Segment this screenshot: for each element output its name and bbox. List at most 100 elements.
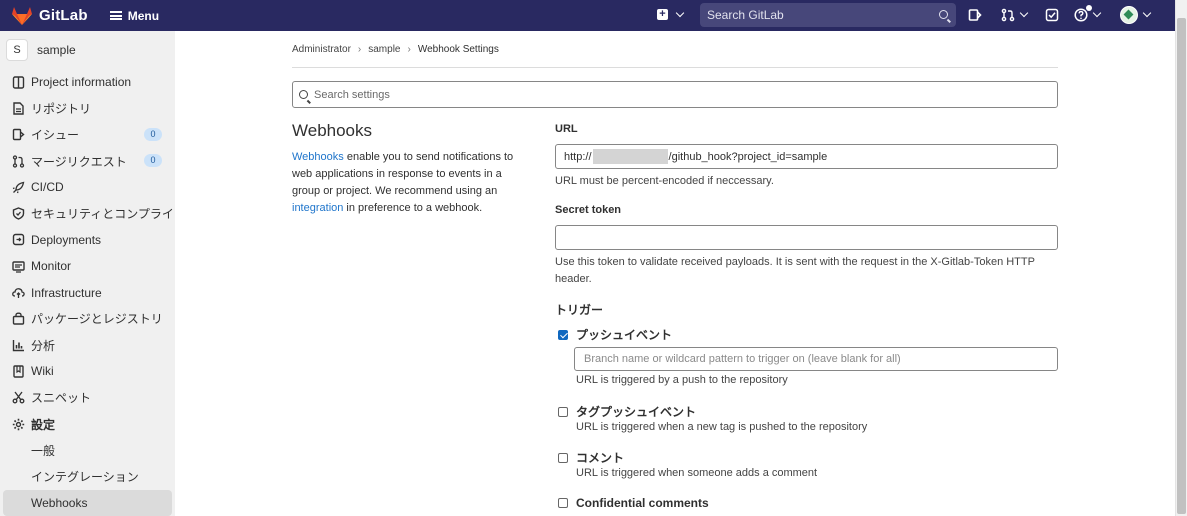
sidebar-subitem-general[interactable]: 一般: [0, 437, 175, 463]
project-sidebar: S sample Project information リポジトリ イシュー …: [0, 31, 175, 516]
menu-button[interactable]: Menu: [109, 8, 160, 23]
url-suffix: /github_hook?project_id=sample: [668, 150, 828, 163]
description-text: in preference to a webhook.: [343, 202, 483, 214]
search-icon: [939, 10, 948, 19]
sidebar-item-label: 設定: [31, 417, 56, 432]
url-prefix: http://: [564, 150, 592, 163]
integration-link[interactable]: integration: [292, 202, 343, 214]
gitlab-logo[interactable]: GitLab: [12, 6, 88, 25]
sidebar-item-label: スニペット: [31, 391, 92, 406]
sidebar-item-label: イシュー: [31, 128, 80, 143]
scrollbar-thumb[interactable]: [1177, 18, 1186, 514]
breadcrumb-item[interactable]: sample: [368, 44, 400, 55]
package-icon: [11, 312, 25, 326]
new-item-icon[interactable]: +: [657, 9, 668, 20]
branch-filter-placeholder: Branch name or wildcard pattern to trigg…: [584, 353, 901, 365]
notification-dot-icon: [1086, 5, 1092, 11]
sidebar-item-project-information[interactable]: Project information: [0, 69, 175, 95]
rocket-icon: [11, 180, 25, 194]
push-events-label: プッシュイベント: [576, 328, 673, 342]
top-navbar: GitLab Menu: [0, 0, 1175, 31]
branch-filter-input[interactable]: Branch name or wildcard pattern to trigg…: [574, 347, 1058, 371]
sidebar-item-label: パッケージとレジストリ: [31, 312, 163, 327]
url-input[interactable]: http:// /github_hook?project_id=sample: [555, 144, 1058, 169]
push-events-option[interactable]: プッシュイベント: [558, 326, 672, 343]
sidebar-item-label: Project information: [31, 75, 132, 90]
user-avatar[interactable]: [1120, 6, 1138, 24]
sidebar-item-merge-requests[interactable]: マージリクエスト 0: [0, 148, 175, 174]
sidebar-project-header[interactable]: S sample: [0, 31, 175, 69]
divider: [292, 67, 1058, 68]
sidebar-item-label: CI/CD: [31, 180, 64, 195]
issues-shortcut-icon[interactable]: [968, 8, 982, 22]
search-icon: [299, 90, 308, 99]
todos-icon[interactable]: [1045, 8, 1059, 22]
sidebar-item-analytics[interactable]: 分析: [0, 332, 175, 358]
tag-push-events-help-text: URL is triggered when a new tag is pushe…: [576, 421, 868, 433]
tag-push-events-checkbox[interactable]: [558, 406, 568, 417]
sidebar-item-label: マージリクエスト: [31, 154, 127, 169]
settings-search-input[interactable]: Search settings: [292, 81, 1058, 108]
comments-label: コメント: [576, 451, 625, 465]
tag-push-events-label: タグプッシュイベント: [576, 405, 697, 419]
info-icon: [11, 75, 25, 89]
project-avatar: S: [6, 39, 28, 61]
confidential-comments-checkbox[interactable]: [558, 498, 568, 508]
tag-push-events-option[interactable]: タグプッシュイベント: [558, 403, 696, 420]
settings-search-placeholder: Search settings: [314, 88, 390, 101]
cloud-icon: [11, 286, 25, 300]
comments-checkbox[interactable]: [558, 452, 568, 463]
scissors-icon: [11, 391, 25, 405]
breadcrumb-item[interactable]: Administrator: [292, 44, 351, 55]
section-title: Webhooks: [292, 121, 373, 140]
issues-icon: [11, 128, 25, 142]
sidebar-subitem-webhooks[interactable]: Webhooks: [3, 489, 172, 516]
push-events-help-text: URL is triggered by a push to the reposi…: [576, 374, 788, 386]
trigger-label: トリガー: [555, 303, 604, 317]
redacted-host: [592, 149, 668, 164]
deployments-icon: [11, 233, 25, 247]
gear-icon: [11, 417, 25, 431]
push-events-checkbox[interactable]: [558, 329, 568, 340]
sidebar-item-label: 分析: [31, 338, 56, 353]
breadcrumb-separator-icon: ›: [357, 44, 362, 55]
sidebar-item-label: Wiki: [31, 364, 54, 379]
sidebar-item-snippets[interactable]: スニペット: [0, 385, 175, 411]
url-label: URL: [555, 123, 578, 135]
secret-token-input[interactable]: [555, 225, 1058, 250]
sidebar-item-label: セキュリティとコンプライアン: [31, 207, 175, 222]
sidebar-item-ci-cd[interactable]: CI/CD: [0, 174, 175, 200]
webhooks-link[interactable]: Webhooks: [292, 151, 344, 163]
breadcrumb-current[interactable]: Webhook Settings: [418, 44, 499, 55]
sidebar-item-label: Deployments: [31, 232, 102, 247]
merge-requests-count-badge: 0: [144, 153, 162, 167]
sidebar-subitem-integrations[interactable]: インテグレーション: [0, 463, 175, 489]
confidential-comments-option[interactable]: Confidential comments: [558, 496, 709, 510]
secret-token-help-text: Use this token to validate received payl…: [555, 256, 1035, 285]
book-icon: [11, 364, 25, 378]
search-input[interactable]: Search GitLab: [700, 3, 956, 27]
sidebar-item-infrastructure[interactable]: Infrastructure: [0, 279, 175, 305]
comments-option[interactable]: コメント: [558, 449, 624, 466]
project-name: sample: [37, 43, 76, 57]
section-description: Webhooks enable you to send notification…: [292, 149, 527, 217]
hamburger-icon: [109, 11, 122, 20]
sidebar-item-settings[interactable]: 設定: [0, 411, 175, 437]
sidebar-item-issues[interactable]: イシュー 0: [0, 122, 175, 148]
monitor-icon: [11, 259, 25, 273]
sidebar-item-repository[interactable]: リポジトリ: [0, 95, 175, 121]
shield-icon: [11, 207, 25, 221]
search-placeholder: Search GitLab: [707, 8, 784, 22]
sidebar-item-label: Monitor: [31, 259, 72, 274]
sidebar-item-security-compliance[interactable]: セキュリティとコンプライアン: [0, 200, 175, 226]
main-content: Administrator › sample › Webhook Setting…: [175, 31, 1175, 516]
confidential-comments-label: Confidential comments: [576, 496, 709, 510]
sidebar-item-monitor[interactable]: Monitor: [0, 253, 175, 279]
sidebar-item-packages-registries[interactable]: パッケージとレジストリ: [0, 306, 175, 332]
secret-token-label: Secret token: [555, 204, 622, 216]
sidebar-item-deployments[interactable]: Deployments: [0, 227, 175, 253]
menu-label: Menu: [127, 8, 160, 23]
merge-requests-icon[interactable]: [1001, 8, 1015, 22]
sidebar-item-wiki[interactable]: Wiki: [0, 358, 175, 384]
breadcrumb-separator-icon: ›: [407, 44, 411, 55]
